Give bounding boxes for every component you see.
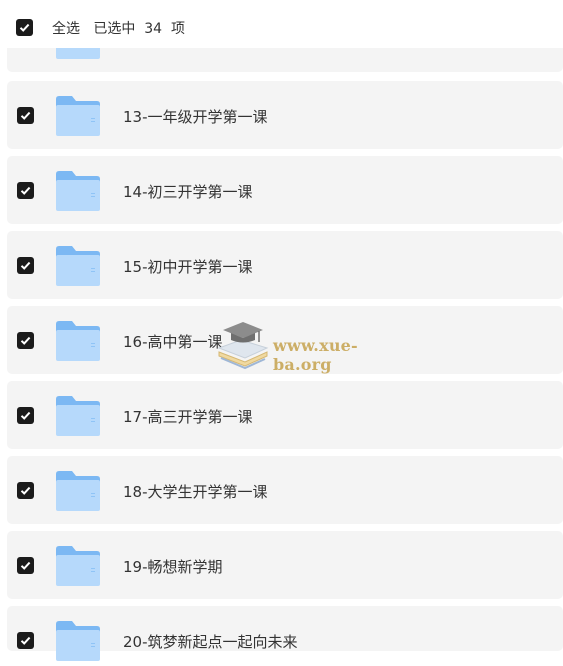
selection-header: 全选 已选中 34 项 bbox=[0, 0, 563, 48]
folder-icon bbox=[55, 170, 101, 216]
list-item[interactable]: 16-高中第一课 bbox=[7, 306, 563, 374]
check-icon bbox=[20, 336, 31, 345]
select-all-label[interactable]: 全选 bbox=[52, 21, 80, 37]
check-icon bbox=[20, 261, 31, 270]
item-checkbox[interactable] bbox=[17, 557, 34, 574]
selection-summary: 全选 已选中 34 项 bbox=[52, 18, 185, 38]
list-item[interactable]: 18-大学生开学第一课 bbox=[7, 456, 563, 524]
folder-icon bbox=[55, 470, 101, 516]
check-icon bbox=[20, 186, 31, 195]
selected-count: 34 bbox=[144, 21, 163, 37]
check-icon bbox=[20, 411, 31, 420]
folder-icon bbox=[55, 545, 101, 591]
file-list: 13-一年级开学第一课 14-初三开学第一课 15-初中开学第一课 16-高中第… bbox=[0, 0, 563, 661]
item-checkbox[interactable] bbox=[17, 182, 34, 199]
folder-icon bbox=[55, 245, 101, 291]
folder-icon bbox=[55, 320, 101, 366]
list-item[interactable]: 14-初三开学第一课 bbox=[7, 156, 563, 224]
item-name: 20-筑梦新起点一起向未来 bbox=[123, 633, 298, 651]
item-checkbox[interactable] bbox=[17, 107, 34, 124]
folder-icon bbox=[55, 95, 101, 141]
check-icon bbox=[20, 111, 31, 120]
list-item[interactable]: 17-高三开学第一课 bbox=[7, 381, 563, 449]
item-name: 16-高中第一课 bbox=[123, 333, 223, 351]
list-item[interactable]: 15-初中开学第一课 bbox=[7, 231, 563, 299]
item-name: 14-初三开学第一课 bbox=[123, 183, 253, 201]
check-icon bbox=[20, 486, 31, 495]
list-item[interactable]: 19-畅想新学期 bbox=[7, 531, 563, 599]
folder-icon bbox=[55, 620, 101, 666]
select-all-checkbox[interactable] bbox=[16, 19, 33, 36]
item-checkbox[interactable] bbox=[17, 257, 34, 274]
item-name: 15-初中开学第一课 bbox=[123, 258, 253, 276]
list-item[interactable]: 20-筑梦新起点一起向未来 bbox=[7, 606, 563, 661]
item-name: 17-高三开学第一课 bbox=[123, 408, 253, 426]
folder-icon bbox=[55, 395, 101, 441]
item-checkbox[interactable] bbox=[17, 407, 34, 424]
check-icon bbox=[20, 636, 31, 645]
check-icon bbox=[19, 23, 30, 32]
item-checkbox[interactable] bbox=[17, 632, 34, 649]
check-icon bbox=[20, 561, 31, 570]
list-item[interactable]: 13-一年级开学第一课 bbox=[7, 81, 563, 149]
item-checkbox[interactable] bbox=[17, 482, 34, 499]
item-checkbox[interactable] bbox=[17, 332, 34, 349]
item-name: 18-大学生开学第一课 bbox=[123, 483, 268, 501]
selected-suffix: 项 bbox=[171, 21, 185, 37]
item-name: 13-一年级开学第一课 bbox=[123, 108, 268, 126]
selected-prefix: 已选中 bbox=[93, 21, 136, 37]
item-name: 19-畅想新学期 bbox=[123, 558, 223, 576]
